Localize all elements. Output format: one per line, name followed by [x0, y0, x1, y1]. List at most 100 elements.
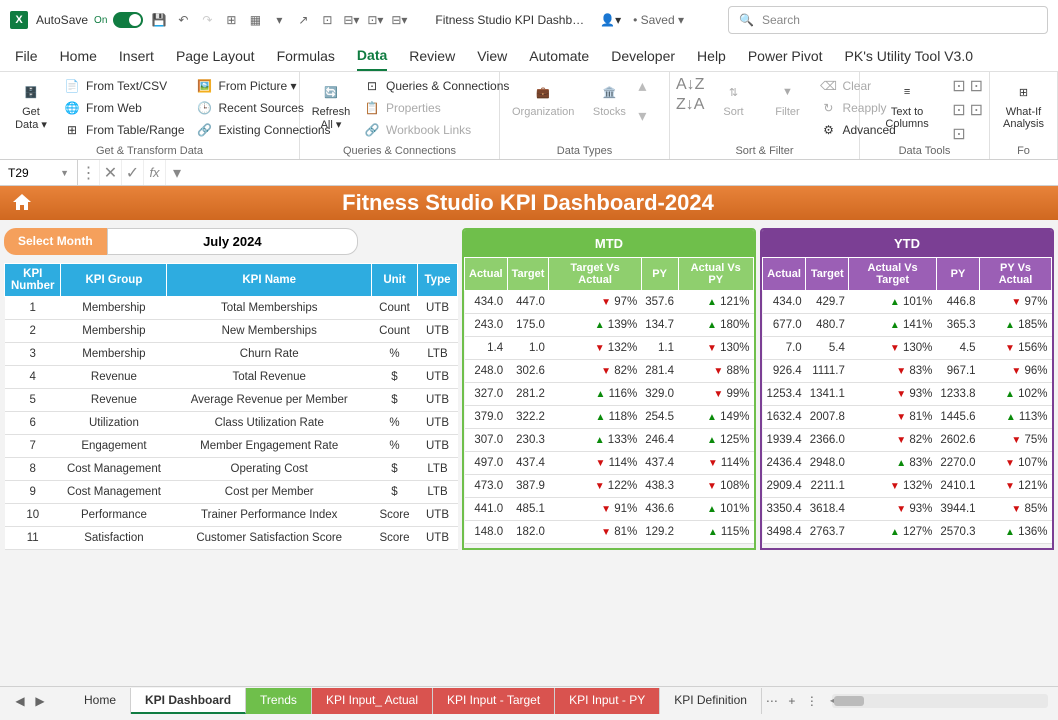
table-row[interactable]: 434.0429.7▲ 101%446.8▼ 97%: [763, 291, 1052, 314]
table-row[interactable]: 148.0182.0▼ 81%129.2▲ 115%: [465, 521, 754, 544]
fx-icon[interactable]: fx: [144, 160, 166, 185]
tool-icon[interactable]: ⊡: [970, 100, 983, 120]
table-row[interactable]: 8Cost ManagementOperating Cost$LTB: [5, 458, 458, 481]
table-row[interactable]: 379.0322.2▲ 118%254.5▲ 149%: [465, 406, 754, 429]
horizontal-scrollbar[interactable]: ◀: [832, 694, 1048, 708]
chevron-down-icon[interactable]: ▾: [638, 106, 646, 126]
qat-icon5[interactable]: ⊡: [319, 12, 335, 28]
ribbon-tab-help[interactable]: Help: [697, 40, 726, 71]
sheet-tab-home[interactable]: Home: [70, 688, 131, 714]
table-row[interactable]: 473.0387.9▼ 122%438.3▼ 108%: [465, 475, 754, 498]
queries-conn-button[interactable]: ⊡Queries & Connections: [360, 76, 513, 96]
name-box[interactable]: T29 ▼: [0, 160, 78, 185]
cancel-icon[interactable]: ✕: [100, 160, 122, 185]
month-value[interactable]: July 2024: [107, 228, 358, 255]
autosave-toggle[interactable]: AutoSave On: [36, 12, 143, 28]
select-month-button[interactable]: Select Month: [4, 228, 107, 255]
tool-icon[interactable]: ⊡: [952, 76, 965, 96]
text-to-columns-button[interactable]: ≡ Text to Columns: [866, 76, 948, 134]
ribbon-tab-automate[interactable]: Automate: [529, 40, 589, 71]
table-row[interactable]: 926.41111.7▼ 83%967.1▼ 96%: [763, 360, 1052, 383]
table-row[interactable]: 248.0302.6▼ 82%281.4▼ 88%: [465, 360, 754, 383]
qat-icon4[interactable]: ↗: [295, 12, 311, 28]
chevron-up-icon[interactable]: ▴: [638, 76, 646, 96]
table-row[interactable]: 3350.43618.4▼ 93%3944.1▼ 85%: [763, 498, 1052, 521]
refresh-all-button[interactable]: 🔄 Refresh All ▾: [306, 76, 356, 135]
sheet-tab-kpidashboard[interactable]: KPI Dashboard: [131, 688, 246, 714]
table-row[interactable]: 327.0281.2▲ 116%329.0▼ 99%: [465, 383, 754, 406]
from-table-button[interactable]: ⊞From Table/Range: [60, 120, 189, 140]
sort-az-icon[interactable]: A↓Z: [676, 76, 704, 94]
search-input[interactable]: 🔍 Search: [728, 6, 1048, 34]
sort-button[interactable]: ⇅ Sort: [708, 76, 758, 122]
redo-icon[interactable]: ↷: [199, 12, 215, 28]
sheet-tab-kpidefinition[interactable]: KPI Definition: [660, 688, 762, 714]
table-row[interactable]: 497.0437.4▼ 114%437.4▼ 114%: [465, 452, 754, 475]
share-icon[interactable]: 👤▾: [600, 13, 621, 27]
table-row[interactable]: 5RevenueAverage Revenue per Member$UTB: [5, 389, 458, 412]
tool-icon[interactable]: ⊡: [970, 76, 983, 96]
table-row[interactable]: 3MembershipChurn Rate%LTB: [5, 343, 458, 366]
table-row[interactable]: 2MembershipNew MembershipsCountUTB: [5, 320, 458, 343]
tabs-menu-icon[interactable]: ⋮: [802, 694, 822, 708]
table-row[interactable]: 2436.42948.0▲ 83%2270.0▼ 107%: [763, 452, 1052, 475]
table-row[interactable]: 3498.42763.7▲ 127%2570.3▲ 136%: [763, 521, 1052, 544]
enter-icon[interactable]: ✓: [122, 160, 144, 185]
scroll-thumb[interactable]: [834, 696, 864, 706]
new-sheet-icon[interactable]: +: [782, 694, 802, 708]
table-row[interactable]: 441.0485.1▼ 91%436.6▲ 101%: [465, 498, 754, 521]
ribbon-tab-review[interactable]: Review: [409, 40, 455, 71]
get-data-button[interactable]: 🗄️ Get Data ▾: [6, 76, 56, 135]
ribbon-tab-powerpivot[interactable]: Power Pivot: [748, 40, 823, 71]
sort-za-icon[interactable]: Z↓A: [676, 96, 704, 114]
save-icon[interactable]: 💾: [151, 12, 167, 28]
table-row[interactable]: 1253.41341.1▼ 93%1233.8▲ 102%: [763, 383, 1052, 406]
qat-icon2[interactable]: ▦: [247, 12, 263, 28]
more-tabs-icon[interactable]: ⋯: [762, 694, 782, 708]
from-web-button[interactable]: 🌐From Web: [60, 98, 189, 118]
ribbon-tab-home[interactable]: Home: [60, 40, 97, 71]
table-row[interactable]: 243.0175.0▲ 139%134.7▲ 180%: [465, 314, 754, 337]
table-row[interactable]: 9Cost ManagementCost per Member$LTB: [5, 481, 458, 504]
ribbon-tab-data[interactable]: Data: [357, 40, 387, 71]
qat-icon[interactable]: ⊞: [223, 12, 239, 28]
table-row[interactable]: 6UtilizationClass Utilization Rate%UTB: [5, 412, 458, 435]
table-row[interactable]: 7EngagementMember Engagement Rate%UTB: [5, 435, 458, 458]
chevron-down-icon[interactable]: ▼: [60, 168, 69, 178]
qat-icon3[interactable]: ▾: [271, 12, 287, 28]
table-row[interactable]: 10PerformanceTrainer Performance IndexSc…: [5, 504, 458, 527]
more-icon[interactable]: ⋮: [78, 160, 100, 185]
ribbon-tab-pksutilitytoolv[interactable]: PK's Utility Tool V3.0: [845, 40, 973, 71]
chevron-down-icon[interactable]: ▾: [166, 160, 188, 185]
table-row[interactable]: 1632.42007.8▼ 81%1445.6▲ 113%: [763, 406, 1052, 429]
ribbon-tab-file[interactable]: File: [15, 40, 38, 71]
table-row[interactable]: 677.0480.7▲ 141%365.3▲ 185%: [763, 314, 1052, 337]
ribbon-tab-pagelayout[interactable]: Page Layout: [176, 40, 255, 71]
table-row[interactable]: 11SatisfactionCustomer Satisfaction Scor…: [5, 527, 458, 550]
table-row[interactable]: 1.41.0▼ 132%1.1▼ 130%: [465, 337, 754, 360]
ribbon-tab-developer[interactable]: Developer: [611, 40, 675, 71]
table-row[interactable]: 1939.42366.0▼ 82%2602.6▼ 75%: [763, 429, 1052, 452]
home-icon[interactable]: [8, 189, 36, 217]
tool-icon[interactable]: ⊡: [952, 124, 965, 144]
from-text-button[interactable]: 📄From Text/CSV: [60, 76, 189, 96]
ribbon-tab-insert[interactable]: Insert: [119, 40, 154, 71]
saved-status[interactable]: • Saved ▾: [633, 13, 684, 27]
sheet-tab-trends[interactable]: Trends: [246, 688, 312, 714]
table-row[interactable]: 7.05.4▼ 130%4.5▼ 156%: [763, 337, 1052, 360]
filter-button[interactable]: ▼ Filter: [762, 76, 812, 122]
undo-icon[interactable]: ↶: [175, 12, 191, 28]
table-row[interactable]: 2909.42211.1▼ 132%2410.1▼ 121%: [763, 475, 1052, 498]
qat-icon7[interactable]: ⊡▾: [367, 12, 383, 28]
tool-icon[interactable]: ⊡: [952, 100, 965, 120]
ribbon-tab-formulas[interactable]: Formulas: [277, 40, 335, 71]
prev-sheet-icon[interactable]: ◀: [10, 694, 30, 708]
sheet-tab-kpiinputpy[interactable]: KPI Input - PY: [555, 688, 660, 714]
whatif-button[interactable]: ⊞ What-If Analysis: [996, 76, 1051, 134]
sheet-tab-kpiinputtarget[interactable]: KPI Input - Target: [433, 688, 555, 714]
toggle-icon[interactable]: [113, 12, 143, 28]
table-row[interactable]: 307.0230.3▲ 133%246.4▲ 125%: [465, 429, 754, 452]
sheet-tab-kpiinputactual[interactable]: KPI Input_ Actual: [312, 688, 433, 714]
next-sheet-icon[interactable]: ▶: [30, 694, 50, 708]
qat-icon8[interactable]: ⊟▾: [391, 12, 407, 28]
